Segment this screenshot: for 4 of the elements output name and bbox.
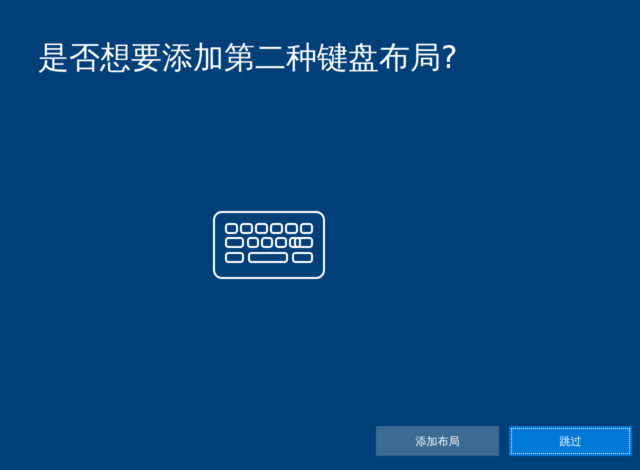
skip-button[interactable]: 跳过 xyxy=(509,426,632,456)
add-layout-button[interactable]: 添加布局 xyxy=(376,426,499,456)
page-title: 是否想要添加第二种键盘布局? xyxy=(38,39,458,78)
keyboard-icon xyxy=(213,211,325,279)
